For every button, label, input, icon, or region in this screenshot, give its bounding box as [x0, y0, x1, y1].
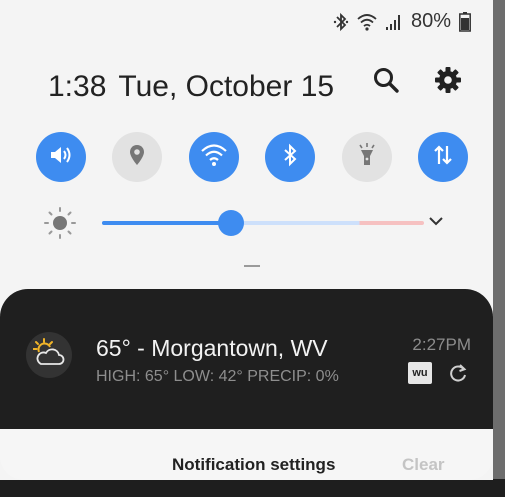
bluetooth-icon — [333, 12, 349, 32]
toggle-mobile-data[interactable] — [417, 132, 468, 182]
toggle-wifi[interactable] — [188, 132, 239, 182]
quick-settings-panel: 80% 1:38 Tue, October 15 65° - Morgantow… — [0, 0, 493, 480]
notification-settings-button[interactable]: Notification settings — [172, 455, 335, 475]
location-pin-icon — [129, 144, 145, 171]
toggle-sound[interactable] — [36, 132, 86, 182]
bluetooth-icon — [282, 143, 298, 172]
brightness-control — [38, 203, 478, 243]
volume-icon — [49, 144, 73, 171]
wifi-icon — [200, 143, 228, 172]
notification-time: 2:27PM — [412, 335, 471, 354]
search-icon[interactable] — [372, 66, 400, 94]
notification-actions-bar: Notification settings Clear — [0, 429, 493, 480]
settings-gear-icon[interactable] — [434, 66, 462, 94]
brightness-thumb[interactable] — [217, 210, 244, 236]
clear-button[interactable]: Clear — [402, 455, 445, 475]
wifi-icon — [357, 13, 377, 31]
weather-notification[interactable]: 65° - Morgantown, WV HIGH: 65° LOW: 42° … — [0, 289, 493, 429]
battery-icon — [459, 11, 471, 32]
notification-title: 65° - Morgantown, WV — [96, 335, 328, 361]
brightness-track[interactable] — [102, 221, 424, 225]
header-actions — [372, 66, 462, 94]
date-label: Tue, October 15 — [118, 70, 335, 103]
screen-edge-right — [493, 0, 505, 497]
toggle-location[interactable] — [112, 132, 163, 182]
brightness-fill — [102, 221, 231, 225]
flashlight-icon — [357, 142, 377, 172]
status-bar: 80% — [333, 10, 471, 33]
panel-drag-handle[interactable] — [244, 265, 260, 267]
screen-edge-bottom — [0, 479, 505, 497]
partly-cloudy-icon — [32, 337, 65, 373]
toggle-bluetooth[interactable] — [265, 132, 316, 182]
chevron-down-icon[interactable] — [426, 211, 446, 236]
datetime-header: 1:38 Tue, October 15 — [48, 70, 334, 104]
clock-time: 1:38 — [48, 70, 107, 103]
weather-icon-container — [26, 332, 72, 378]
quick-toggles-row — [36, 132, 468, 182]
toggle-flashlight[interactable] — [341, 132, 392, 182]
app-badge-icon: wu — [408, 362, 432, 384]
data-arrows-icon — [432, 144, 454, 171]
notification-subtitle: HIGH: 65° LOW: 42° PRECIP: 0% — [96, 368, 339, 385]
battery-percent: 80% — [410, 10, 451, 32]
signal-icon — [385, 13, 403, 31]
sun-icon — [42, 205, 78, 246]
refresh-icon[interactable] — [448, 363, 468, 388]
